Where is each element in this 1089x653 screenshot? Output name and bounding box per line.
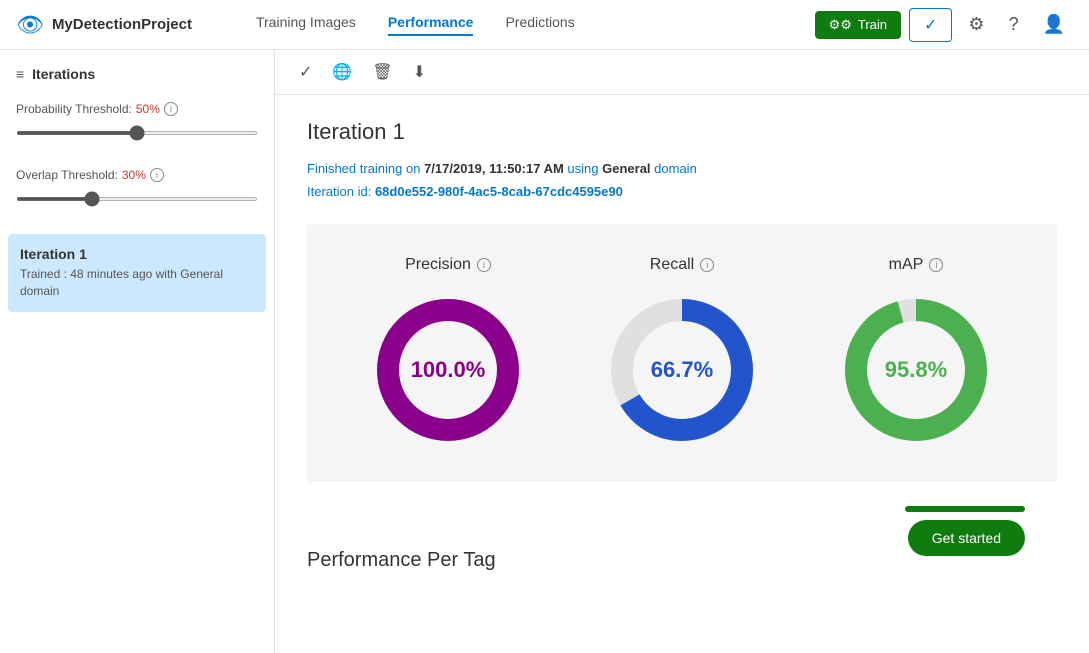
precision-info-icon[interactable]: i xyxy=(477,258,491,272)
gear-icon: ⚙⚙ xyxy=(829,17,852,33)
iteration-item-title: Iteration 1 xyxy=(20,246,254,262)
recall-donut: 66.7% xyxy=(602,290,762,450)
get-started-area: Get started xyxy=(873,506,1057,572)
probability-threshold-section: Probability Threshold: 50% i xyxy=(0,94,274,160)
recall-label: Recall i xyxy=(650,256,714,274)
get-started-button[interactable]: Get started xyxy=(908,520,1025,556)
map-donut: 95.8% xyxy=(836,290,996,450)
toolbar: ✓ 🌐 🗑 ⬇ xyxy=(275,50,1089,95)
map-label: mAP i xyxy=(889,256,944,274)
overlap-slider-container xyxy=(16,188,258,206)
map-info-icon[interactable]: i xyxy=(929,258,943,272)
iteration-id: 68d0e552-980f-4ac5-8cab-67cdc4595e90 xyxy=(375,184,623,199)
header-actions: ⚙⚙ Train ✓ ⚙ ? 👤 xyxy=(815,8,1073,42)
iteration-id-label: Iteration id: xyxy=(307,184,375,199)
sidebar: ≡ Iterations Probability Threshold: 50% … xyxy=(0,50,275,653)
header: 👁 MyDetectionProject Training Images Per… xyxy=(0,0,1089,50)
iterations-label: Iterations xyxy=(32,66,95,82)
iteration-title: Iteration 1 xyxy=(307,119,1057,145)
nav-predictions[interactable]: Predictions xyxy=(505,14,574,36)
probability-threshold-label: Probability Threshold: 50% i xyxy=(16,102,258,116)
project-name: MyDetectionProject xyxy=(52,16,192,33)
overlap-threshold-section: Overlap Threshold: 30% i xyxy=(0,160,274,226)
overlap-threshold-slider[interactable] xyxy=(16,197,258,201)
probability-info-icon[interactable]: i xyxy=(164,102,178,116)
overlap-threshold-value: 30% xyxy=(122,168,146,182)
nav-performance[interactable]: Performance xyxy=(388,14,474,36)
main-layout: ≡ Iterations Probability Threshold: 50% … xyxy=(0,50,1089,653)
toolbar-trash-icon[interactable]: 🗑 xyxy=(372,62,392,82)
training-info-1: Finished training on xyxy=(307,161,424,176)
map-value: 95.8% xyxy=(885,357,947,383)
settings-button[interactable]: ⚙ xyxy=(960,10,992,39)
training-info-3: domain xyxy=(651,161,697,176)
precision-card: Precision i 100.0% xyxy=(368,256,528,450)
layers-icon: ≡ xyxy=(16,66,24,82)
logo-area: 👁 MyDetectionProject xyxy=(16,12,192,38)
probability-threshold-slider[interactable] xyxy=(16,131,258,135)
overlap-threshold-label: Overlap Threshold: 30% i xyxy=(16,168,258,182)
precision-label: Precision i xyxy=(405,256,491,274)
train-button[interactable]: ⚙⚙ Train xyxy=(815,11,901,39)
metrics-container: Precision i 100.0% Recall xyxy=(307,224,1057,482)
recall-info-icon[interactable]: i xyxy=(700,258,714,272)
sidebar-header: ≡ Iterations xyxy=(0,66,274,94)
map-card: mAP i 95.8% xyxy=(836,256,996,450)
probability-slider-container xyxy=(16,122,258,140)
toolbar-check-icon[interactable]: ✓ xyxy=(299,62,312,82)
iteration-item-subtitle: Trained : 48 minutes ago with General do… xyxy=(20,266,254,300)
iteration-detail: Iteration 1 Finished training on 7/17/20… xyxy=(275,95,1089,596)
main-content: ✓ 🌐 🗑 ⬇ Iteration 1 Finished training on… xyxy=(275,50,1089,653)
checkmark-icon: ✓ xyxy=(924,15,937,35)
check-button[interactable]: ✓ xyxy=(909,8,952,42)
precision-value: 100.0% xyxy=(411,357,486,383)
iteration-list-item[interactable]: Iteration 1 Trained : 48 minutes ago wit… xyxy=(8,234,266,312)
toolbar-download-icon[interactable]: ⬇ xyxy=(413,62,426,82)
perf-per-tag-title: Performance Per Tag xyxy=(307,549,496,572)
recall-value: 66.7% xyxy=(651,357,713,383)
help-button[interactable]: ? xyxy=(1001,10,1027,39)
progress-bar xyxy=(905,506,1025,512)
eye-icon: 👁 xyxy=(16,12,44,38)
probability-threshold-value: 50% xyxy=(136,102,160,116)
main-nav: Training Images Performance Predictions xyxy=(256,14,791,36)
training-domain: General xyxy=(602,161,650,176)
training-date: 7/17/2019, 11:50:17 AM xyxy=(424,161,564,176)
recall-card: Recall i 66.7% xyxy=(602,256,762,450)
precision-donut: 100.0% xyxy=(368,290,528,450)
nav-training-images[interactable]: Training Images xyxy=(256,14,356,36)
toolbar-globe-icon[interactable]: 🌐 xyxy=(332,62,352,82)
training-info-2: using xyxy=(564,161,602,176)
overlap-info-icon[interactable]: i xyxy=(150,168,164,182)
avatar-button[interactable]: 👤 xyxy=(1035,10,1073,39)
iteration-info: Finished training on 7/17/2019, 11:50:17… xyxy=(307,157,1057,204)
